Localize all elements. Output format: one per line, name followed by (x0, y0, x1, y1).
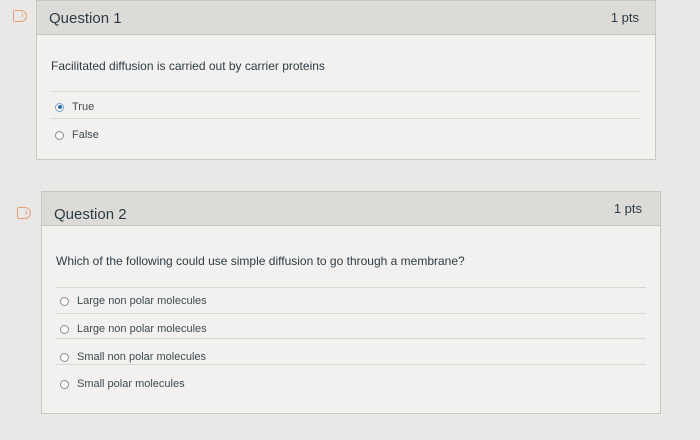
question-text: Which of the following could use simple … (56, 254, 465, 268)
question-header-2: Question 2 1 pts (42, 192, 660, 226)
answer-divider (56, 338, 646, 339)
radio-icon[interactable] (60, 296, 69, 306)
answer-option-4[interactable]: Small polar molecules (60, 378, 185, 390)
radio-selected-icon[interactable] (55, 102, 64, 112)
radio-icon[interactable] (60, 379, 69, 389)
answer-divider (56, 287, 646, 288)
answer-divider (56, 313, 646, 314)
answer-divider (56, 364, 646, 365)
answer-divider (51, 91, 641, 92)
answer-option-3[interactable]: Small non polar molecules (60, 351, 206, 363)
answer-label: Small non polar molecules (77, 351, 207, 363)
question-points: 1 pts (613, 201, 642, 216)
question-title: Question 1 (49, 10, 122, 27)
question-card-1: Question 1 1 pts Facilitated diffusion i… (36, 0, 656, 160)
radio-icon[interactable] (60, 352, 69, 362)
answer-label: True (72, 101, 95, 113)
answer-option-false[interactable]: False (55, 129, 99, 141)
answer-label: False (72, 129, 99, 141)
answer-divider (51, 118, 641, 119)
question-points: 1 pts (610, 10, 639, 25)
question-title: Question 2 (54, 206, 127, 223)
flag-icon[interactable] (13, 10, 27, 22)
answer-option-true[interactable]: True (55, 101, 94, 113)
question-text: Facilitated diffusion is carried out by … (51, 59, 325, 73)
answer-option-2[interactable]: Large non polar molecules (60, 323, 207, 335)
radio-icon[interactable] (55, 130, 64, 140)
answer-option-1[interactable]: Large non polar molecules (60, 295, 207, 307)
flag-icon[interactable] (17, 207, 31, 219)
question-card-2: Question 2 1 pts Which of the following … (41, 191, 661, 414)
answer-label: Large non polar molecules (77, 323, 207, 335)
answer-label: Large non polar molecules (77, 295, 207, 307)
radio-icon[interactable] (60, 324, 69, 334)
answer-label: Small polar molecules (77, 378, 185, 390)
question-header-1: Question 1 1 pts (37, 1, 655, 35)
